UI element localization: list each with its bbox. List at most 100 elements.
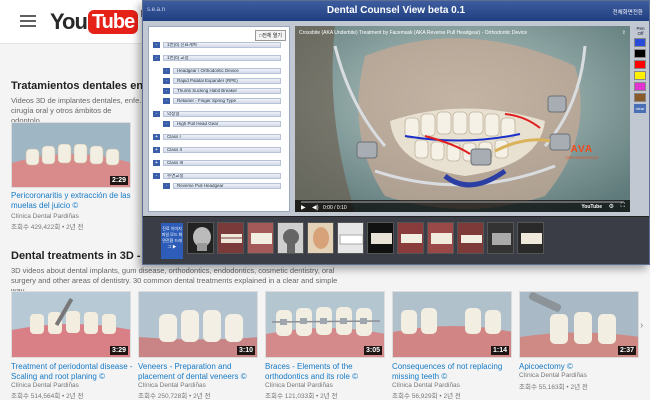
chevron-right-icon[interactable]: ›	[640, 320, 643, 331]
share-icon[interactable]: ⇪	[622, 30, 626, 36]
file-icon: ·	[163, 67, 170, 74]
video-meta: 조회수 121,033회 • 2년 전	[265, 393, 338, 400]
video-channel[interactable]: Clínica Dental Pardiñas	[519, 372, 587, 379]
video-channel[interactable]: Clínica Dental Pardiñas	[265, 382, 333, 389]
tree-node-label: 1번(0) 교정	[163, 54, 281, 61]
video-title[interactable]: Braces - Elements of the orthodontics an…	[265, 362, 387, 382]
teeth-photo-icon	[428, 223, 453, 253]
pen-toggle-button[interactable]: Pen Off	[634, 26, 647, 36]
strip-thumbnail-teeth[interactable]	[367, 222, 394, 254]
strip-thumbnail-head[interactable]	[277, 222, 304, 254]
tree-node[interactable]: · Thumb Sucking Habit Breaker	[163, 87, 281, 94]
tree-node-label: Rapid Palatal Expander (RPE)	[173, 77, 281, 84]
strip-thumbnail-skull[interactable]	[187, 222, 214, 254]
video-meta: 조회수 55,163회 • 2년 전	[519, 384, 588, 391]
video-control-bar: ▶ ◀) 0:00 / 0:10 YouTube ⚙ ⛶	[295, 200, 630, 212]
strip-thumbnail-teeth[interactable]	[337, 222, 364, 254]
tree-node-label: Retainer - Finger Spring Type	[173, 97, 281, 104]
video-channel[interactable]: Clínica Dental Pardiñas	[392, 382, 460, 389]
tree-node[interactable]: · Headgear / Orthodontic Device	[163, 67, 281, 74]
strip-thumbnail-xray[interactable]	[487, 222, 514, 254]
image-mode-switch-button[interactable]: 진료 이미지파일 모드 화면전환 드래그 ▶	[161, 223, 183, 259]
tree-node[interactable]: · Reverse Pull Headgear	[163, 182, 281, 189]
video-thumbnail-featured[interactable]: 2:29	[11, 122, 131, 188]
tree-node[interactable]: · Retainer - Finger Spring Type	[163, 97, 281, 104]
video-title[interactable]: Treatment of periodontal disease - Scali…	[11, 362, 133, 382]
play-icon[interactable]: ▶	[301, 204, 306, 211]
video-duration: 3:10	[236, 346, 255, 355]
tree-node-label: Reverse Pull Headgear	[173, 182, 281, 189]
strip-thumbnail-teeth[interactable]	[397, 222, 424, 254]
color-swatch[interactable]	[634, 49, 646, 58]
video-title[interactable]: Veneers - Preparation and placement of d…	[138, 362, 260, 382]
strip-thumbnail-teeth[interactable]	[427, 222, 454, 254]
gear-icon[interactable]: ⚙	[609, 203, 614, 210]
tree-node[interactable]: -1번(0) 교정	[153, 54, 281, 61]
video-time: 0:00 / 0:10	[323, 205, 347, 211]
folder-icon: -	[153, 54, 160, 61]
video-title-featured[interactable]: Pericoronaritis y extracción de las muel…	[11, 191, 131, 211]
color-swatch[interactable]	[634, 71, 646, 80]
video-meta: 조회수 56,929회 • 2년 전	[392, 393, 461, 400]
video-thumbnail-2[interactable]: 3:10	[138, 291, 258, 358]
strip-thumbnail-teeth[interactable]	[217, 222, 244, 254]
skull-xray-icon	[188, 223, 213, 253]
tree-node[interactable]: - 악정형	[153, 110, 281, 117]
teeth-photo-icon	[458, 223, 483, 253]
video-meta: 조회수 250,728회 • 2년 전	[138, 393, 211, 400]
expand-all-button[interactable]: □전체 열기	[255, 30, 286, 41]
video-channel[interactable]: Clínica Dental Pardiñas	[11, 213, 79, 220]
tree-node[interactable]: + Class III	[153, 159, 281, 166]
embedded-video-player[interactable]: Crossbite (AKA Underbite) Treatment by F…	[295, 26, 630, 212]
folder-icon: +	[153, 159, 160, 166]
video-title[interactable]: Apicoectomy ©	[519, 362, 641, 372]
tree-node-label: Class I	[163, 133, 281, 140]
fullscreen-toggle-button[interactable]: 전체화면전환	[613, 8, 643, 16]
video-title[interactable]: Crossbite (AKA Underbite) Treatment by F…	[299, 30, 527, 36]
fullscreen-icon[interactable]: ⛶	[621, 203, 625, 210]
file-icon: ·	[163, 182, 170, 189]
video-thumbnail-1[interactable]: 3:29	[11, 291, 131, 358]
youtube-mark[interactable]: YouTube	[581, 204, 602, 210]
window-title-bar[interactable]: s.e.a.n Dental Counsel View beta 0.1 전체화…	[143, 1, 649, 21]
tree-node[interactable]: - 수면교정	[153, 172, 281, 179]
tree-node-label: Class III	[163, 159, 281, 166]
brand-logo-subtext: ORTHODONTICS	[565, 155, 598, 160]
color-swatch[interactable]	[634, 38, 646, 47]
strip-thumbnail-teeth[interactable]	[517, 222, 544, 254]
tree-node[interactable]: · Rapid Palatal Expander (RPE)	[163, 77, 281, 84]
tree-node[interactable]: · High Pull Head Gear	[163, 120, 281, 127]
color-swatch[interactable]	[634, 82, 646, 91]
color-swatch[interactable]	[634, 60, 646, 69]
tree-node[interactable]: + Class I	[153, 133, 281, 140]
brand-logo-text: AVA	[570, 144, 594, 155]
logo-text-you: You	[50, 9, 88, 34]
tree-node-label: Thumb Sucking Habit Breaker	[173, 87, 281, 94]
video-progress-bar[interactable]	[301, 201, 624, 203]
video-duration: 3:29	[109, 346, 128, 355]
color-swatch-list	[634, 38, 647, 102]
video-thumbnail-4[interactable]: 1:14	[392, 291, 512, 358]
tree-node[interactable]: -1번(0) 진료계획	[153, 41, 281, 48]
folder-icon: +	[153, 146, 160, 153]
face-photo-icon	[308, 223, 333, 253]
volume-icon[interactable]: ◀)	[312, 204, 319, 211]
video-channel[interactable]: Clínica Dental Pardiñas	[11, 382, 79, 389]
video-meta: 조회수 514,564회 • 2년 전	[11, 393, 84, 400]
tree-node-label: High Pull Head Gear	[173, 120, 281, 127]
hamburger-menu-icon[interactable]	[20, 15, 36, 27]
clear-drawing-button[interactable]: clear	[634, 104, 646, 113]
video-thumbnail-3[interactable]: 3:05	[265, 291, 385, 358]
video-duration: 1:14	[490, 346, 509, 355]
strip-thumbnail-teeth[interactable]	[457, 222, 484, 254]
tree-node[interactable]: + Class II	[153, 146, 281, 153]
strip-thumbnail-face[interactable]	[307, 222, 334, 254]
video-thumbnail-5[interactable]: 2:37	[519, 291, 639, 358]
strip-thumbnail-teeth[interactable]	[247, 222, 274, 254]
color-swatch[interactable]	[634, 93, 646, 102]
video-channel[interactable]: Clínica Dental Pardiñas	[138, 382, 206, 389]
logo-text-tube: Tube	[87, 10, 139, 34]
video-title[interactable]: Consequences of not replacing missing te…	[392, 362, 514, 382]
youtube-logo[interactable]: You Tube KR	[50, 9, 154, 35]
file-icon: ·	[163, 97, 170, 104]
